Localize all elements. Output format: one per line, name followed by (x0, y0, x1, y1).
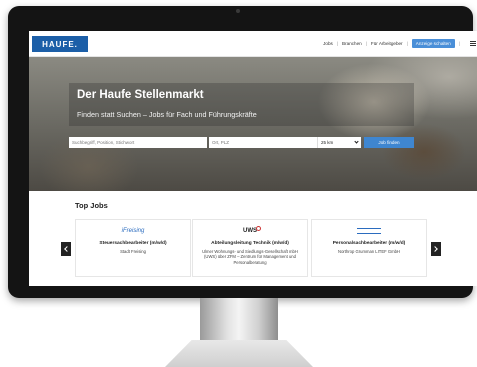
screen: HAUFE. Jobs | Branchen | Für Arbeitgeber… (29, 31, 477, 286)
nav-link-branchen[interactable]: Branchen (342, 41, 362, 46)
monitor-stand-base (165, 340, 313, 367)
monitor-bezel: HAUFE. Jobs | Branchen | Für Arbeitgeber… (8, 6, 477, 298)
hero-banner: Der Haufe Stellenmarkt Finden statt Such… (29, 57, 477, 191)
top-jobs-heading: Top Jobs (75, 201, 108, 210)
location-input[interactable]: Ort, PLZ (209, 137, 317, 148)
hero-subtitle: Finden statt Suchen – Jobs für Fach und … (77, 110, 257, 119)
company-logo (312, 224, 426, 237)
chevron-down-icon (354, 139, 359, 144)
webcam-icon (236, 9, 240, 13)
monitor-stand-neck (200, 298, 278, 344)
freising-logo: iFreising (121, 227, 145, 234)
job-company: Stadt Freising (120, 249, 146, 254)
nav-separator: | (365, 41, 367, 46)
radius-select[interactable]: 25 km (317, 137, 361, 148)
radius-value: 25 km (321, 140, 334, 145)
haufe-logo[interactable]: HAUFE. (32, 36, 88, 52)
job-title: Steuersachbearbeiter (m/w/d) (99, 241, 167, 246)
nav-separator: | (336, 41, 339, 46)
job-company: Ulmer Wohnungs- und Siedlungs-Gesellscha… (202, 249, 298, 265)
hero-title: Der Haufe Stellenmarkt (77, 89, 204, 101)
job-search-button[interactable]: Job finden (364, 137, 414, 148)
chevron-left-icon (64, 246, 70, 252)
chevron-right-icon (432, 246, 438, 252)
keyword-search-input[interactable]: Suchbegriff, Position, Stichwort (69, 137, 207, 148)
job-card[interactable]: iFreising Steuersachbearbeiter (m/w/d) S… (75, 219, 191, 277)
job-card[interactable]: Personalsachbearbeiter (m/w/d) Northrop … (311, 219, 427, 277)
carousel-next-button[interactable] (431, 242, 441, 256)
nav-links: Jobs | Branchen | Für Arbeitgeber | Anze… (323, 39, 476, 48)
job-company: Northrop Grumman LITEF GmbH (338, 249, 400, 254)
uws-logo: UWS (243, 225, 261, 234)
post-ad-button[interactable]: Anzeige schalten (411, 39, 455, 48)
nav-link-arbeitgeber[interactable]: Für Arbeitgeber (371, 41, 403, 46)
hamburger-icon[interactable] (470, 41, 476, 46)
job-card[interactable]: UWS Abteilungsleitung Technik (m/w/d) Ul… (192, 219, 308, 277)
job-title: Personalsachbearbeiter (m/w/d) (332, 241, 406, 246)
company-logo: UWS (193, 224, 307, 237)
nav-separator: | (458, 41, 460, 46)
nav-link-jobs[interactable]: Jobs (323, 41, 333, 46)
carousel-prev-button[interactable] (61, 242, 71, 256)
company-logo: iFreising (76, 224, 190, 237)
job-title: Abteilungsleitung Technik (m/w/d) (211, 241, 289, 246)
top-navigation: HAUFE. Jobs | Branchen | Für Arbeitgeber… (29, 31, 477, 57)
northrop-grumman-logo (357, 227, 381, 234)
nav-separator: | (406, 41, 408, 46)
